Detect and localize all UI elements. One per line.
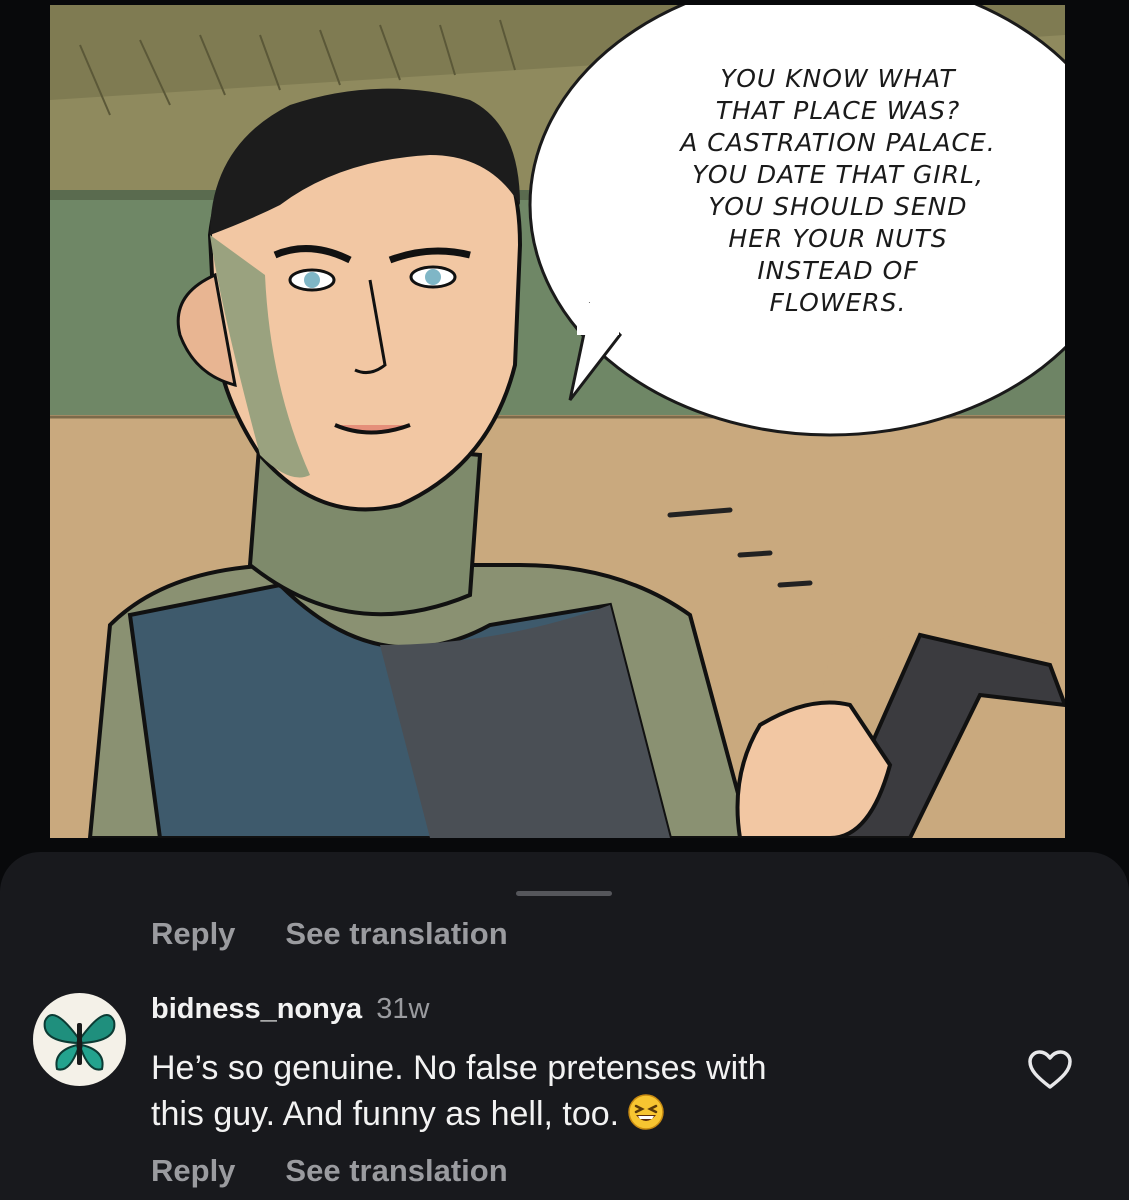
reply-button[interactable]: Reply [151,1153,235,1189]
see-translation-button[interactable]: See translation [285,1153,507,1189]
comic-panel-image: YOU KNOW WHAT THAT PLACE WAS? A CASTRATI… [50,5,1065,838]
see-translation-button[interactable]: See translation [285,916,507,952]
comment-username[interactable]: bidness_nonya [151,993,362,1025]
speech-line: YOU DATE THAT GIRL, [692,160,984,189]
heart-outline-icon[interactable] [1027,1049,1073,1091]
sheet-drag-handle[interactable] [516,891,612,896]
speech-line: HER YOUR NUTS [728,224,948,253]
butterfly-icon [43,1014,116,1071]
comments-sheet [0,852,1129,1200]
grinning-squinting-face-icon [627,1093,665,1143]
avatar[interactable] [33,993,126,1086]
speech-line: INSTEAD OF [757,256,919,285]
comment-text: He’s so genuine. No false pretenses with… [151,1045,951,1143]
comment-text-line: this guy. And funny as hell, too. [151,1095,620,1133]
speech-line: A CASTRATION PALACE. [680,128,996,157]
comment-text-line: He’s so genuine. No false pretenses with [151,1049,767,1087]
comment-timestamp: 31w [376,993,430,1025]
comment-header: bidness_nonya 31w [151,993,429,1026]
speech-line: FLOWERS. [769,288,907,317]
speech-line: THAT PLACE WAS? [715,96,961,125]
speech-line: YOU SHOULD SEND [708,192,968,221]
speech-bubble-text: YOU KNOW WHAT THAT PLACE WAS? A CASTRATI… [608,63,1065,319]
speech-line: YOU KNOW WHAT [720,64,956,93]
comment-actions: Reply See translation [151,1153,508,1189]
previous-comment-actions: Reply See translation [151,916,508,952]
reply-button[interactable]: Reply [151,916,235,952]
